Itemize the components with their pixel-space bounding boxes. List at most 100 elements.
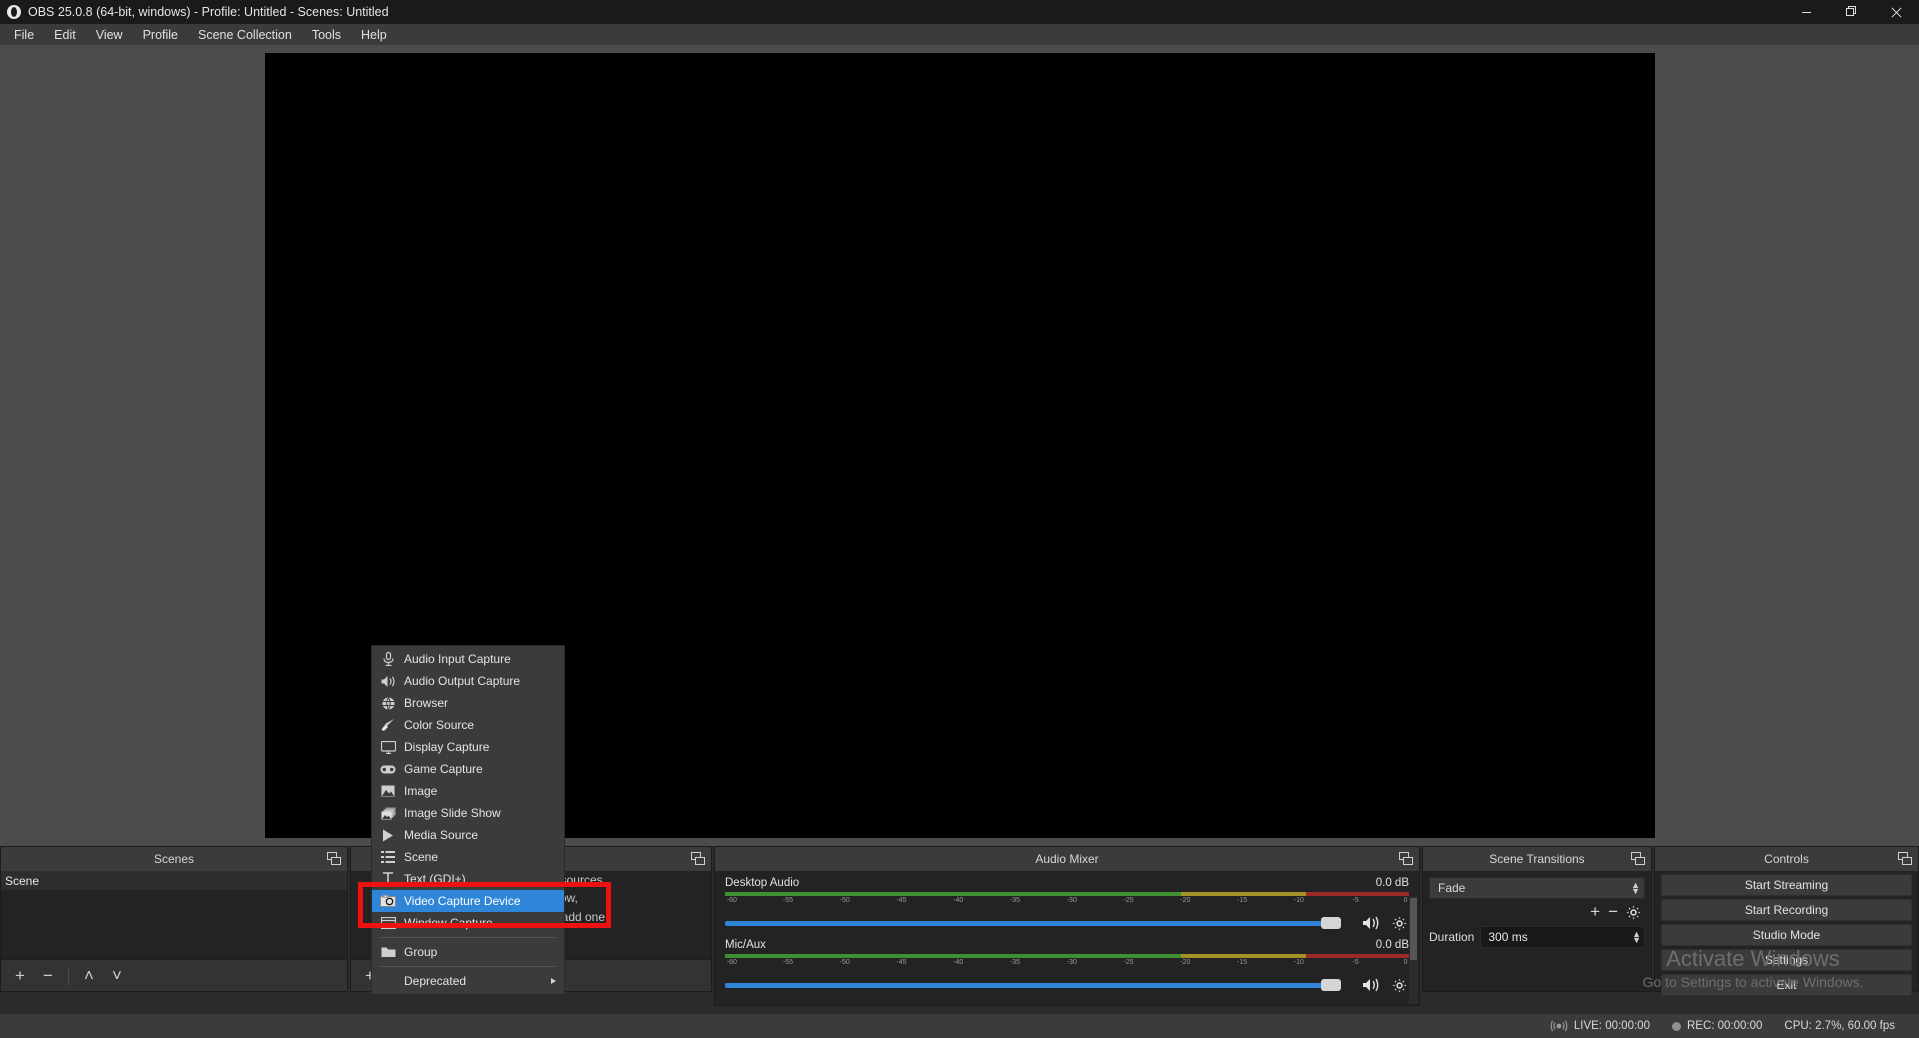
- studio-mode-button[interactable]: Studio Mode: [1661, 924, 1912, 946]
- audio-mixer-dock-body: Desktop Audio 0.0 dB -60 -55 -50 -45 -40…: [715, 871, 1419, 1005]
- meter-tick: -40: [953, 959, 964, 966]
- scenes-dock-body: Scene + − ˄ ˅: [1, 871, 347, 991]
- context-menu-item-media-source[interactable]: Media Source: [372, 824, 564, 846]
- volume-meter: [725, 892, 1409, 896]
- scenes-list[interactable]: Scene: [1, 871, 347, 959]
- minimize-button[interactable]: [1784, 0, 1829, 24]
- context-menu-item-deprecated[interactable]: Deprecated: [372, 970, 564, 992]
- context-menu-item-audio-input-capture[interactable]: Audio Input Capture: [372, 648, 564, 670]
- context-menu-item-video-capture-device[interactable]: Video Capture Device: [372, 890, 564, 912]
- context-menu-item-label: Color Source: [404, 718, 475, 732]
- add-transition-button[interactable]: +: [1590, 902, 1600, 922]
- context-menu-item-display-capture[interactable]: Display Capture: [372, 736, 564, 758]
- scenes-toolbar: + − ˄ ˅: [1, 959, 347, 991]
- context-menu-item-label: Audio Output Capture: [404, 674, 521, 688]
- float-dock-icon[interactable]: [1631, 852, 1645, 865]
- preview-area: [0, 45, 1919, 846]
- mixer-controls-row: [725, 913, 1409, 933]
- remove-transition-button[interactable]: −: [1608, 902, 1618, 922]
- context-menu-item-window-capture[interactable]: Window Capture: [372, 912, 564, 934]
- menu-view[interactable]: View: [86, 25, 133, 45]
- float-dock-icon[interactable]: [1898, 852, 1912, 865]
- context-menu-item-scene[interactable]: Scene: [372, 846, 564, 868]
- duration-value: 300 ms: [1488, 930, 1528, 944]
- rec-timer: REC: 00:00:00: [1686, 1020, 1763, 1032]
- context-menu-item-image[interactable]: Image: [372, 780, 564, 802]
- volume-slider[interactable]: [725, 975, 1355, 995]
- context-menu-item-label: Window Capture: [404, 916, 493, 930]
- settings-button[interactable]: Settings: [1661, 949, 1912, 971]
- mixer-channel-db: 0.0 dB: [1375, 877, 1409, 889]
- volume-meter: [725, 954, 1409, 958]
- microphone-icon: [380, 651, 396, 667]
- remove-scene-button[interactable]: −: [35, 963, 61, 989]
- move-scene-up-button[interactable]: ˄: [76, 963, 102, 989]
- add-source-context-menu[interactable]: Audio Input Capture Audio Output Capture…: [371, 645, 565, 995]
- start-recording-button[interactable]: Start Recording: [1661, 899, 1912, 921]
- meter-scale: -60 -55 -50 -45 -40 -35 -30 -25 -20 -15 …: [725, 897, 1409, 908]
- menu-profile[interactable]: Profile: [133, 25, 188, 45]
- cpu-fps-text: CPU: 2.7%, 60.00 fps: [1784, 1020, 1895, 1032]
- obs-logo-icon: [7, 5, 21, 19]
- move-scene-down-button[interactable]: ˅: [104, 963, 130, 989]
- context-menu-item-color-source[interactable]: Color Source: [372, 714, 564, 736]
- audio-mixer-dock-title: Audio Mixer: [1035, 852, 1099, 866]
- scene-transitions-dock: Scene Transitions Fade ▲ ▼ + − Duration …: [1422, 846, 1652, 992]
- transition-selected-value: Fade: [1438, 881, 1466, 895]
- live-status: LIVE: 00:00:00: [1550, 1020, 1650, 1032]
- close-button[interactable]: [1874, 0, 1919, 24]
- float-dock-icon[interactable]: [691, 852, 705, 865]
- menu-bar: File Edit View Profile Scene Collection …: [0, 24, 1919, 45]
- meter-tick: -60: [726, 897, 737, 904]
- float-dock-icon[interactable]: [327, 852, 341, 865]
- maximize-button[interactable]: [1829, 0, 1874, 24]
- meter-tick: -55: [782, 959, 793, 966]
- chevron-updown-icon[interactable]: ▲ ▼: [1631, 881, 1640, 896]
- mixer-channel-name: Desktop Audio: [725, 877, 800, 889]
- slider-handle[interactable]: [1321, 917, 1341, 929]
- slider-handle[interactable]: [1321, 979, 1341, 991]
- start-streaming-button[interactable]: Start Streaming: [1661, 874, 1912, 896]
- context-menu-item-label: Deprecated: [404, 974, 467, 988]
- audio-settings-gear-icon[interactable]: [1389, 978, 1409, 993]
- audio-mixer-dock: Audio Mixer Desktop Audio 0.0 dB -60 -55…: [714, 846, 1420, 1006]
- context-menu-item-label: Display Capture: [404, 740, 490, 754]
- scenes-dock-title: Scenes: [153, 852, 195, 866]
- meter-tick: -10: [1293, 959, 1304, 966]
- float-dock-icon[interactable]: [1399, 852, 1413, 865]
- context-menu-item-audio-output-capture[interactable]: Audio Output Capture: [372, 670, 564, 692]
- play-icon: [380, 827, 396, 843]
- scene-list-item[interactable]: Scene: [1, 871, 347, 891]
- scene-transitions-dock-header: Scene Transitions: [1423, 847, 1651, 871]
- meter-tick: -25: [1123, 959, 1134, 966]
- duration-stepper[interactable]: ▲ ▼: [1632, 930, 1641, 945]
- transition-select[interactable]: Fade ▲ ▼: [1429, 877, 1645, 899]
- mixer-scrollbar[interactable]: [1409, 896, 1418, 1004]
- menu-tools[interactable]: Tools: [302, 25, 351, 45]
- menu-help[interactable]: Help: [351, 25, 397, 45]
- context-menu-item-game-capture[interactable]: Game Capture: [372, 758, 564, 780]
- context-menu-item-image-slide-show[interactable]: Image Slide Show: [372, 802, 564, 824]
- mixer-channel-header: Desktop Audio 0.0 dB: [725, 877, 1409, 889]
- exit-button[interactable]: Exit: [1661, 974, 1912, 996]
- duration-input[interactable]: 300 ms ▲ ▼: [1480, 926, 1645, 948]
- menu-edit[interactable]: Edit: [44, 25, 86, 45]
- context-menu-item-group[interactable]: Group: [372, 941, 564, 963]
- context-menu-item-text-gdi[interactable]: Text (GDI+): [372, 868, 564, 890]
- controls-dock-body: Start Streaming Start Recording Studio M…: [1655, 871, 1918, 996]
- add-scene-button[interactable]: +: [7, 963, 33, 989]
- window-icon: [380, 915, 396, 931]
- mute-speaker-icon[interactable]: [1361, 915, 1383, 931]
- volume-slider[interactable]: [725, 913, 1355, 933]
- context-menu-item-browser[interactable]: Browser: [372, 692, 564, 714]
- duration-label: Duration: [1429, 930, 1475, 944]
- text-icon: [380, 871, 396, 887]
- gamepad-icon: [380, 761, 396, 777]
- mute-speaker-icon[interactable]: [1361, 977, 1383, 993]
- meter-tick: -15: [1237, 897, 1248, 904]
- monitor-icon: [380, 739, 396, 755]
- transition-properties-gear-icon[interactable]: [1626, 905, 1641, 920]
- menu-file[interactable]: File: [4, 25, 44, 45]
- menu-scene-collection[interactable]: Scene Collection: [188, 25, 302, 45]
- audio-settings-gear-icon[interactable]: [1389, 916, 1409, 931]
